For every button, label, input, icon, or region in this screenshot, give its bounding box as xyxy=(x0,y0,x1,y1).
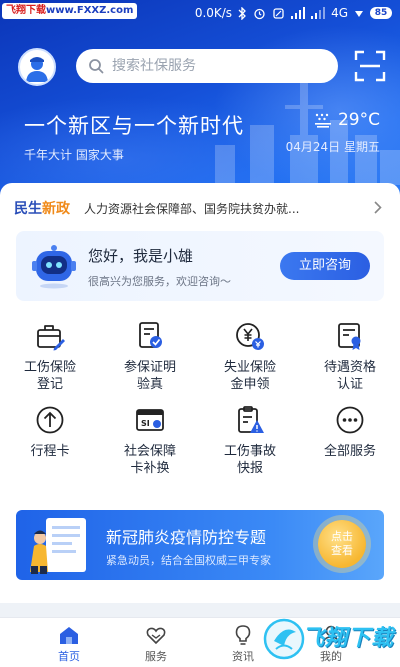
chevron-right-icon xyxy=(374,201,382,214)
service-label: 失业保险 金申领 xyxy=(223,360,276,392)
main-card: 民生新政 人力资源社会保障部、国务院扶贫办就... 您好，我是小雄 很高兴为您服… xyxy=(0,183,400,603)
home-icon xyxy=(60,627,78,644)
banner-subtitle: 紧急动员，结合全国权威三甲专家 xyxy=(106,554,271,567)
service-label: 社会保障 卡补换 xyxy=(123,444,176,476)
briefcase-edit-icon xyxy=(37,325,65,351)
service-item-insurance-proof[interactable]: 参保证明 验真 xyxy=(100,321,200,393)
hero-subslogan: 千年大计 国家大事 xyxy=(24,148,124,162)
si-card-icon: SI xyxy=(136,409,164,431)
status-icons: 0.0K/s 4G 85 xyxy=(195,4,392,22)
service-item-all-services[interactable]: 全部服务 xyxy=(300,405,400,460)
scan-icon[interactable] xyxy=(354,50,386,82)
watermark-text: 飞翔下载 xyxy=(6,5,46,16)
badge-document-icon xyxy=(338,323,361,350)
assistant-subtitle: 很高兴为您服务，欢迎咨询～ xyxy=(88,275,231,288)
avatar[interactable] xyxy=(18,48,56,86)
network-speed: 0.0K/s xyxy=(194,6,233,20)
signal-icon xyxy=(291,7,306,19)
assistant-greeting: 您好，我是小雄 xyxy=(88,247,194,265)
service-label: 行程卡 xyxy=(30,444,70,459)
wifi-icon xyxy=(355,11,363,17)
banner-title: 新冠肺炎疫情防控专题 xyxy=(106,528,267,547)
hero-slogan: 一个新区与一个新时代 xyxy=(24,114,244,138)
bluetooth-icon xyxy=(238,6,246,20)
service-item-work-injury-register[interactable]: 工伤保险 登记 xyxy=(0,321,100,393)
weather: 29°C xyxy=(314,110,380,130)
service-item-accident-report[interactable]: 工伤事故 快报 xyxy=(200,405,300,477)
watermark-badge: 飞翔下载www.FXXZ.com xyxy=(2,3,138,19)
news-tag: 民生新政 xyxy=(14,198,70,218)
service-label: 参保证明 验真 xyxy=(123,360,176,392)
consult-button[interactable]: 立即咨询 xyxy=(280,252,370,280)
hero-header: 飞翔下载www.FXXZ.com 0.0K/s 4G 85 一个新 xyxy=(0,0,400,205)
battery-level: 85 xyxy=(370,7,392,19)
user-avatar-icon xyxy=(26,57,48,82)
service-label: 工伤事故 快报 xyxy=(223,444,276,476)
banner-view-label: 点击 查看 xyxy=(331,530,353,557)
service-label: 全部服务 xyxy=(323,444,376,459)
watermark-logo-text: 飞翔下载 xyxy=(302,626,395,651)
search-icon xyxy=(89,59,104,74)
tab-services[interactable]: 服务 xyxy=(121,624,191,664)
watermark-url: www.FXXZ.com xyxy=(46,5,134,16)
silent-icon xyxy=(273,7,284,19)
doctor-illustration xyxy=(30,518,86,574)
coin-yen-icon xyxy=(236,323,264,350)
heart-hands-icon xyxy=(146,627,166,645)
haze-weather-icon xyxy=(314,113,331,128)
covid-banner[interactable]: 新冠肺炎疫情防控专题 紧急动员，结合全国权威三甲专家 点击 查看 xyxy=(16,510,384,580)
assistant-card[interactable]: 您好，我是小雄 很高兴为您服务，欢迎咨询～ 立即咨询 xyxy=(16,231,384,301)
service-item-travel-card[interactable]: 行程卡 xyxy=(0,405,100,460)
service-label: 待遇资格 认证 xyxy=(323,360,376,392)
news-tag-part1: 民生 xyxy=(14,201,42,217)
news-ticker[interactable]: 民生新政 人力资源社会保障部、国务院扶贫办就... xyxy=(14,197,386,219)
clipboard-warning-icon xyxy=(238,406,264,433)
tab-news-label: 资讯 xyxy=(232,650,254,663)
status-bar: 飞翔下载www.FXXZ.com 0.0K/s 4G 85 xyxy=(0,0,400,26)
tab-services-label: 服务 xyxy=(145,650,167,663)
alarm-icon xyxy=(254,8,265,19)
service-item-benefit-auth[interactable]: 待遇资格 认证 xyxy=(300,321,400,393)
service-item-si-card-replace[interactable]: SI 社会保障 卡补换 xyxy=(100,405,200,477)
banner-view-button[interactable]: 点击 查看 xyxy=(318,520,366,568)
date-weekday: 04月24日 星期五 xyxy=(285,140,380,154)
search-bar[interactable] xyxy=(76,49,338,83)
news-tag-part2: 新政 xyxy=(42,201,70,217)
svg-text:SI: SI xyxy=(141,419,150,428)
robot-assistant-icon xyxy=(32,245,76,289)
bulb-icon xyxy=(235,625,251,645)
arrow-up-circle-icon xyxy=(36,406,64,434)
tab-home-label: 首页 xyxy=(58,650,80,663)
tab-home[interactable]: 首页 xyxy=(34,624,104,664)
service-label: 工伤保险 登记 xyxy=(23,360,76,392)
search-input[interactable] xyxy=(112,58,322,74)
signal-2-icon xyxy=(311,7,326,19)
more-dots-icon xyxy=(336,406,364,434)
certificate-check-icon xyxy=(139,322,162,348)
temperature: 29°C xyxy=(337,110,380,130)
service-item-unemployment-claim[interactable]: 失业保险 金申领 xyxy=(200,321,300,393)
news-headline: 人力资源社会保障部、国务院扶贫办就... xyxy=(84,201,300,216)
network-type: 4G xyxy=(331,6,348,20)
